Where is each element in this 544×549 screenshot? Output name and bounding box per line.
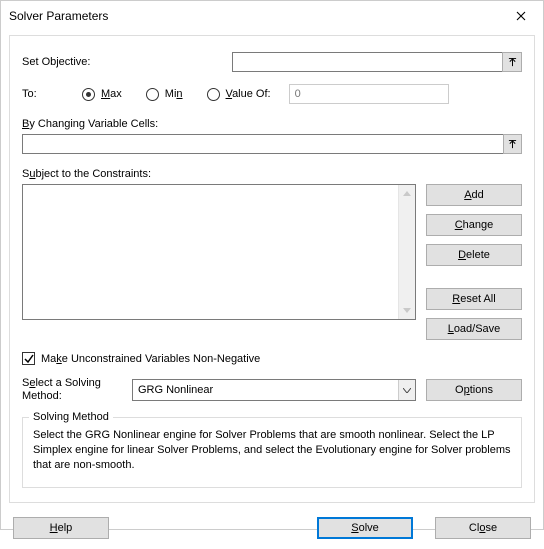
listbox-scrollbar[interactable] [398, 185, 415, 319]
chevron-down-icon [403, 308, 411, 313]
to-label: To: [22, 88, 82, 100]
radio-icon [207, 88, 220, 101]
constraints-label: Subject to the Constraints: [22, 168, 522, 180]
changing-cells-input[interactable] [22, 134, 504, 154]
changing-cells-ref-button[interactable] [503, 134, 522, 154]
radio-max-label: Max [101, 88, 122, 100]
radio-icon [146, 88, 159, 101]
method-selected-value: GRG Nonlinear [138, 384, 213, 396]
radio-valueof[interactable]: Value Of: [207, 88, 271, 101]
chevron-up-icon [403, 191, 411, 196]
to-row: To: Max Min Value Of: [22, 84, 522, 104]
radio-min[interactable]: Min [146, 88, 183, 101]
chevron-down-icon [403, 388, 411, 393]
solving-method-description: Solving Method Select the GRG Nonlinear … [22, 417, 522, 488]
check-icon [24, 354, 34, 364]
titlebar: Solver Parameters [1, 1, 543, 31]
reset-all-button[interactable]: Reset All [426, 288, 522, 310]
description-legend: Solving Method [29, 411, 113, 423]
solve-button[interactable]: Solve [317, 517, 413, 539]
scroll-down-button[interactable] [399, 302, 415, 319]
add-button[interactable]: Add [426, 184, 522, 206]
radio-max[interactable]: Max [82, 88, 122, 101]
checkbox[interactable] [22, 352, 35, 365]
radio-icon [82, 88, 95, 101]
constraints-listbox[interactable] [22, 184, 416, 320]
radio-min-label: Min [165, 88, 183, 100]
description-text: Select the GRG Nonlinear engine for Solv… [33, 428, 511, 473]
scroll-up-button[interactable] [399, 185, 415, 202]
select-arrow [398, 380, 415, 400]
set-objective-label: Set Objective: [22, 56, 232, 68]
method-label: Select a Solving Method: [22, 377, 122, 403]
objective-ref-button[interactable] [502, 52, 522, 72]
changing-cells-label: By Changing Variable Cells: [22, 118, 522, 130]
nonneg-checkbox-row[interactable]: Make Unconstrained Variables Non-Negativ… [22, 352, 522, 365]
load-save-button[interactable]: Load/Save [426, 318, 522, 340]
delete-button[interactable]: Delete [426, 244, 522, 266]
objective-row: Set Objective: [22, 52, 522, 72]
constraint-buttons: Add Change Delete Reset All Load/Save [426, 184, 522, 340]
window-title: Solver Parameters [9, 9, 108, 23]
main-panel: Set Objective: To: Max Min Value Of: By … [9, 35, 535, 503]
help-button[interactable]: Help [13, 517, 109, 539]
change-button[interactable]: Change [426, 214, 522, 236]
valueof-input[interactable] [289, 84, 449, 104]
method-row: Select a Solving Method: GRG Nonlinear O… [22, 377, 522, 403]
close-button[interactable]: Close [435, 517, 531, 539]
close-icon [516, 11, 526, 21]
options-button[interactable]: Options [426, 379, 522, 401]
method-select[interactable]: GRG Nonlinear [132, 379, 416, 401]
close-window-button[interactable] [498, 1, 543, 31]
collapse-icon [508, 58, 517, 67]
objective-input[interactable] [232, 52, 503, 72]
collapse-icon [508, 140, 517, 149]
nonneg-label: Make Unconstrained Variables Non-Negativ… [41, 353, 260, 365]
radio-valueof-label: Value Of: [226, 88, 271, 100]
